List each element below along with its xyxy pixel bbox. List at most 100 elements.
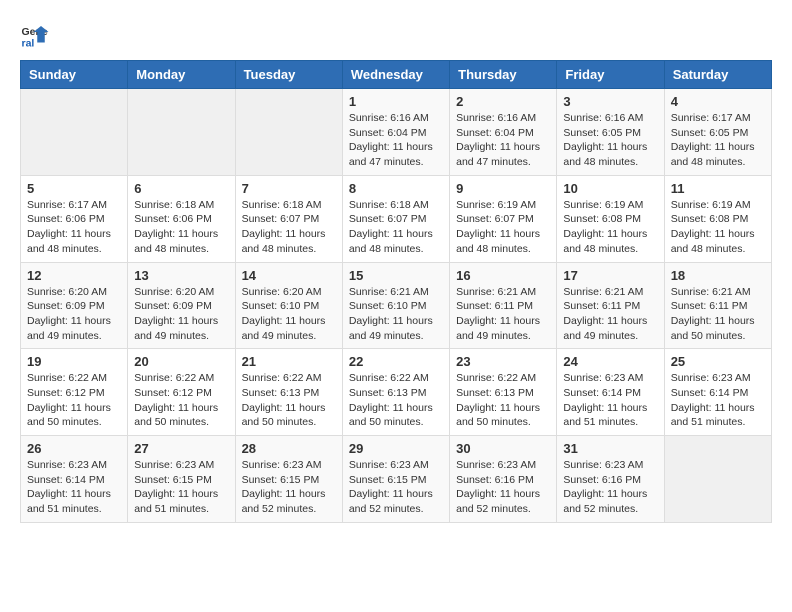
calendar-cell: 29 Sunrise: 6:23 AM Sunset: 6:15 PM Dayli…: [342, 436, 449, 523]
calendar-cell: 23 Sunrise: 6:22 AM Sunset: 6:13 PM Dayli…: [450, 349, 557, 436]
calendar-cell: 27Sunrise: 6:23 AM Sunset: 6:15 PM Dayli…: [128, 436, 235, 523]
weekday-header-thursday: Thursday: [450, 61, 557, 89]
day-info: Sunrise: 6:19 AM Sunset: 6:08 PM Dayligh…: [671, 198, 765, 257]
calendar-cell: 9Sunrise: 6:19 AM Sunset: 6:07 PM Daylig…: [450, 175, 557, 262]
weekday-header-wednesday: Wednesday: [342, 61, 449, 89]
day-number: 13: [134, 268, 228, 283]
day-number: 2: [456, 94, 550, 109]
calendar-cell: 17 Sunrise: 6:21 AM Sunset: 6:11 PM Dayli…: [557, 262, 664, 349]
calendar-header-row: SundayMondayTuesdayWednesdayThursdayFrid…: [21, 61, 772, 89]
day-number: 31: [563, 441, 657, 456]
calendar-cell: 24 Sunrise: 6:23 AM Sunset: 6:14 PM Dayli…: [557, 349, 664, 436]
day-info: Sunrise: 6:16 AM Sunset: 6:04 PM Dayligh…: [456, 111, 550, 170]
calendar-cell: [235, 89, 342, 176]
calendar-cell: [21, 89, 128, 176]
day-info: Sunrise: 6:18 AM Sunset: 6:06 PM Dayligh…: [134, 198, 228, 257]
day-info: Sunrise: 6:22 AM Sunset: 6:12 PM Dayligh…: [27, 371, 121, 430]
calendar-cell: 8 Sunrise: 6:18 AM Sunset: 6:07 PM Daylig…: [342, 175, 449, 262]
calendar-cell: 5 Sunrise: 6:17 AM Sunset: 6:06 PM Daylig…: [21, 175, 128, 262]
day-number: 8: [349, 181, 443, 196]
calendar-cell: 19 Sunrise: 6:22 AM Sunset: 6:12 PM Dayli…: [21, 349, 128, 436]
day-info: Sunrise: 6:17 AM Sunset: 6:05 PM Dayligh…: [671, 111, 765, 170]
day-number: 15: [349, 268, 443, 283]
day-number: 27: [134, 441, 228, 456]
calendar-cell: [128, 89, 235, 176]
weekday-header-friday: Friday: [557, 61, 664, 89]
day-number: 25: [671, 354, 765, 369]
day-info: Sunrise: 6:16 AM Sunset: 6:04 PM Dayligh…: [349, 111, 443, 170]
day-info: Sunrise: 6:23 AM Sunset: 6:15 PM Dayligh…: [349, 458, 443, 517]
day-info: Sunrise: 6:23 AM Sunset: 6:16 PM Dayligh…: [456, 458, 550, 517]
calendar-week-row: 26 Sunrise: 6:23 AM Sunset: 6:14 PM Dayli…: [21, 436, 772, 523]
calendar-week-row: 1Sunrise: 6:16 AM Sunset: 6:04 PM Daylig…: [21, 89, 772, 176]
day-number: 28: [242, 441, 336, 456]
day-number: 21: [242, 354, 336, 369]
calendar-cell: 26 Sunrise: 6:23 AM Sunset: 6:14 PM Dayli…: [21, 436, 128, 523]
day-number: 19: [27, 354, 121, 369]
day-number: 6: [134, 181, 228, 196]
day-info: Sunrise: 6:17 AM Sunset: 6:06 PM Dayligh…: [27, 198, 121, 257]
day-info: Sunrise: 6:18 AM Sunset: 6:07 PM Dayligh…: [242, 198, 336, 257]
day-number: 4: [671, 94, 765, 109]
day-info: Sunrise: 6:23 AM Sunset: 6:14 PM Dayligh…: [563, 371, 657, 430]
calendar-cell: 3 Sunrise: 6:16 AM Sunset: 6:05 PM Daylig…: [557, 89, 664, 176]
day-info: Sunrise: 6:21 AM Sunset: 6:11 PM Dayligh…: [563, 285, 657, 344]
day-info: Sunrise: 6:21 AM Sunset: 6:10 PM Dayligh…: [349, 285, 443, 344]
calendar-cell: 20Sunrise: 6:22 AM Sunset: 6:12 PM Dayli…: [128, 349, 235, 436]
calendar-table: SundayMondayTuesdayWednesdayThursdayFrid…: [20, 60, 772, 523]
calendar-cell: 30 Sunrise: 6:23 AM Sunset: 6:16 PM Dayli…: [450, 436, 557, 523]
calendar-cell: 1Sunrise: 6:16 AM Sunset: 6:04 PM Daylig…: [342, 89, 449, 176]
day-info: Sunrise: 6:23 AM Sunset: 6:16 PM Dayligh…: [563, 458, 657, 517]
logo: Gene ral: [20, 20, 54, 50]
day-info: Sunrise: 6:19 AM Sunset: 6:07 PM Dayligh…: [456, 198, 550, 257]
calendar-cell: 25 Sunrise: 6:23 AM Sunset: 6:14 PM Dayli…: [664, 349, 771, 436]
day-number: 14: [242, 268, 336, 283]
calendar-cell: 10Sunrise: 6:19 AM Sunset: 6:08 PM Dayli…: [557, 175, 664, 262]
day-number: 30: [456, 441, 550, 456]
calendar-cell: 15 Sunrise: 6:21 AM Sunset: 6:10 PM Dayli…: [342, 262, 449, 349]
day-info: Sunrise: 6:20 AM Sunset: 6:09 PM Dayligh…: [27, 285, 121, 344]
day-info: Sunrise: 6:21 AM Sunset: 6:11 PM Dayligh…: [456, 285, 550, 344]
calendar-cell: 6 Sunrise: 6:18 AM Sunset: 6:06 PM Daylig…: [128, 175, 235, 262]
calendar-cell: 31 Sunrise: 6:23 AM Sunset: 6:16 PM Dayli…: [557, 436, 664, 523]
calendar-cell: [664, 436, 771, 523]
calendar-cell: 12Sunrise: 6:20 AM Sunset: 6:09 PM Dayli…: [21, 262, 128, 349]
day-number: 5: [27, 181, 121, 196]
calendar-week-row: 5 Sunrise: 6:17 AM Sunset: 6:06 PM Daylig…: [21, 175, 772, 262]
day-number: 3: [563, 94, 657, 109]
day-number: 23: [456, 354, 550, 369]
day-number: 7: [242, 181, 336, 196]
calendar-cell: 2 Sunrise: 6:16 AM Sunset: 6:04 PM Daylig…: [450, 89, 557, 176]
day-number: 17: [563, 268, 657, 283]
weekday-header-tuesday: Tuesday: [235, 61, 342, 89]
day-info: Sunrise: 6:16 AM Sunset: 6:05 PM Dayligh…: [563, 111, 657, 170]
header: Gene ral: [20, 20, 772, 50]
calendar-cell: 7 Sunrise: 6:18 AM Sunset: 6:07 PM Daylig…: [235, 175, 342, 262]
day-info: Sunrise: 6:21 AM Sunset: 6:11 PM Dayligh…: [671, 285, 765, 344]
day-info: Sunrise: 6:22 AM Sunset: 6:13 PM Dayligh…: [349, 371, 443, 430]
day-info: Sunrise: 6:22 AM Sunset: 6:13 PM Dayligh…: [456, 371, 550, 430]
calendar-cell: 18 Sunrise: 6:21 AM Sunset: 6:11 PM Dayli…: [664, 262, 771, 349]
weekday-header-sunday: Sunday: [21, 61, 128, 89]
calendar-week-row: 19 Sunrise: 6:22 AM Sunset: 6:12 PM Dayli…: [21, 349, 772, 436]
day-info: Sunrise: 6:20 AM Sunset: 6:10 PM Dayligh…: [242, 285, 336, 344]
day-info: Sunrise: 6:23 AM Sunset: 6:14 PM Dayligh…: [27, 458, 121, 517]
day-info: Sunrise: 6:22 AM Sunset: 6:13 PM Dayligh…: [242, 371, 336, 430]
day-number: 29: [349, 441, 443, 456]
day-info: Sunrise: 6:19 AM Sunset: 6:08 PM Dayligh…: [563, 198, 657, 257]
day-info: Sunrise: 6:18 AM Sunset: 6:07 PM Dayligh…: [349, 198, 443, 257]
day-number: 18: [671, 268, 765, 283]
day-number: 24: [563, 354, 657, 369]
calendar-cell: 28 Sunrise: 6:23 AM Sunset: 6:15 PM Dayli…: [235, 436, 342, 523]
day-info: Sunrise: 6:23 AM Sunset: 6:14 PM Dayligh…: [671, 371, 765, 430]
day-info: Sunrise: 6:22 AM Sunset: 6:12 PM Dayligh…: [134, 371, 228, 430]
calendar-week-row: 12Sunrise: 6:20 AM Sunset: 6:09 PM Dayli…: [21, 262, 772, 349]
day-number: 11: [671, 181, 765, 196]
weekday-header-monday: Monday: [128, 61, 235, 89]
day-info: Sunrise: 6:23 AM Sunset: 6:15 PM Dayligh…: [242, 458, 336, 517]
logo-icon: Gene ral: [20, 20, 50, 50]
calendar-cell: 21 Sunrise: 6:22 AM Sunset: 6:13 PM Dayli…: [235, 349, 342, 436]
svg-text:ral: ral: [22, 37, 35, 49]
day-number: 26: [27, 441, 121, 456]
day-number: 22: [349, 354, 443, 369]
